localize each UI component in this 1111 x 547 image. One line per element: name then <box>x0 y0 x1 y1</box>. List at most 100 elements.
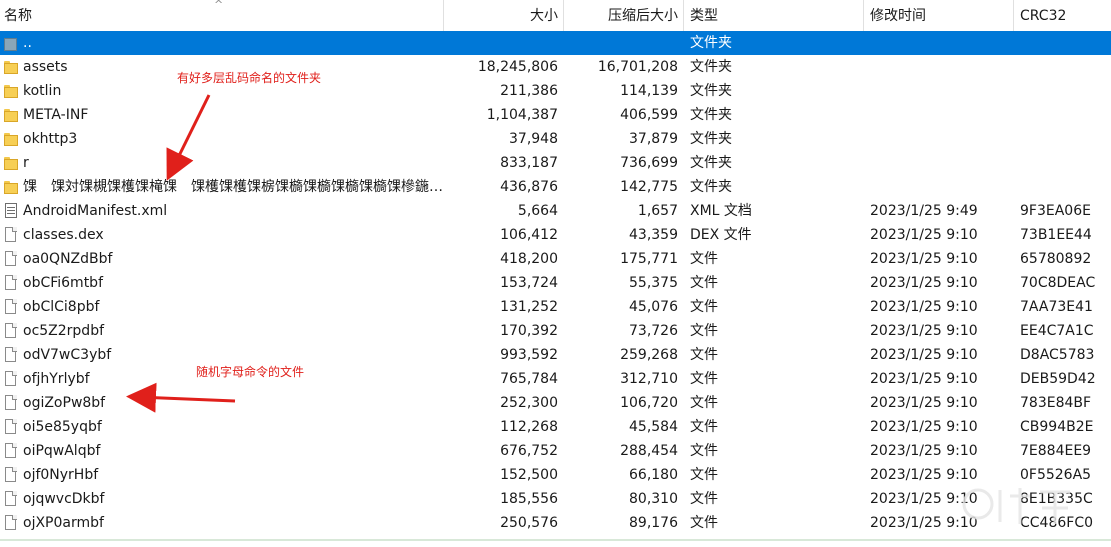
file-row[interactable]: odV7wC3ybf 993,592 259,268 文件 2023/1/25 9:10… <box>0 343 1111 367</box>
file-crc32: DEB59D42 <box>1020 371 1096 387</box>
file-packed-size: 45,076 <box>629 299 678 315</box>
file-size: 1,104,387 <box>486 107 558 123</box>
file-row[interactable]: ojXP0armbf 250,576 89,176 文件 2023/1/25 9:10 C… <box>0 511 1111 535</box>
column-header-type[interactable]: 类型 <box>690 0 860 31</box>
column-divider[interactable] <box>683 0 684 31</box>
file-icon <box>4 491 18 507</box>
file-packed-size: 66,180 <box>629 467 678 483</box>
file-modified: 2023/1/25 9:10 <box>870 323 978 339</box>
file-size: 170,392 <box>500 323 558 339</box>
file-name: oi5e85yqbf <box>23 419 102 435</box>
folder-row[interactable]: okhttp3 37,948 37,879 文件夹 <box>0 127 1111 151</box>
file-modified: 2023/1/25 9:10 <box>870 251 978 267</box>
column-divider[interactable] <box>1013 0 1014 31</box>
file-row[interactable]: AndroidManifest.xml 5,664 1,657 XML 文档 2023/… <box>0 199 1111 223</box>
file-row[interactable]: obClCi8pbf 131,252 45,076 文件 2023/1/25 9:10 7… <box>0 295 1111 319</box>
file-modified <box>870 31 1010 55</box>
column-divider[interactable] <box>863 0 864 31</box>
folder-icon <box>4 107 18 123</box>
file-packed-size: 142,775 <box>620 179 678 195</box>
folder-row[interactable]: 馃 馃対馃槻馃檴馃槞馃 馃檴馃檴馃椖馃檹馃檹馃檹馃檹馃槮鍦… 436,876 142… <box>0 175 1111 199</box>
file-name: ojXP0armbf <box>23 515 104 531</box>
file-row[interactable]: ojf0NyrHbf 152,500 66,180 文件 2023/1/25 9:10 0… <box>0 463 1111 487</box>
file-packed-size: 288,454 <box>620 443 678 459</box>
folder-row[interactable]: assets 18,245,806 16,701,208 文件夹 <box>0 55 1111 79</box>
file-row[interactable]: classes.dex 106,412 43,359 DEX 文件 2023/1/25 … <box>0 223 1111 247</box>
file-modified: 2023/1/25 9:10 <box>870 371 978 387</box>
file-packed-size <box>560 31 678 55</box>
file-packed-size: 114,139 <box>620 83 678 99</box>
file-packed-size: 37,879 <box>629 131 678 147</box>
file-type: 文件夹 <box>690 131 732 147</box>
column-header-crc32[interactable]: CRC32 <box>1020 0 1111 31</box>
file-crc32: 9F3EA06E <box>1020 203 1091 219</box>
file-name: oa0QNZdBbf <box>23 251 113 267</box>
file-packed-size: 106,720 <box>620 395 678 411</box>
file-packed-size: 736,699 <box>620 155 678 171</box>
file-modified <box>870 103 1010 127</box>
column-header-modified[interactable]: 修改时间 <box>870 0 1010 31</box>
file-crc32: CB994B2E <box>1020 419 1094 435</box>
file-icon <box>4 323 18 339</box>
file-row[interactable]: oiPqwAlqbf 676,752 288,454 文件 2023/1/25 9:10… <box>0 439 1111 463</box>
file-row[interactable]: ofjhYrlybf 765,784 312,710 文件 2023/1/25 9:10… <box>0 367 1111 391</box>
file-modified <box>870 79 1010 103</box>
file-size: 250,576 <box>500 515 558 531</box>
file-modified: 2023/1/25 9:10 <box>870 347 978 363</box>
file-name: r <box>23 155 29 171</box>
file-icon <box>4 371 18 387</box>
file-type: 文件夹 <box>690 107 732 123</box>
file-row[interactable]: ojqwvcDkbf 185,556 80,310 文件 2023/1/25 9:10 8… <box>0 487 1111 511</box>
file-crc32: EE4C7A1C <box>1020 323 1094 339</box>
file-crc32: D8AC5783 <box>1020 347 1095 363</box>
file-crc32: 73B1EE44 <box>1020 227 1092 243</box>
column-header-name[interactable]: 名称 <box>4 0 444 31</box>
file-modified: 2023/1/25 9:10 <box>870 419 978 435</box>
file-row[interactable]: obCFi6mtbf 153,724 55,375 文件 2023/1/25 9:10 7… <box>0 271 1111 295</box>
file-crc32 <box>1020 175 1111 199</box>
folder-row[interactable]: kotlin 211,386 114,139 文件夹 <box>0 79 1111 103</box>
file-size: 252,300 <box>500 395 558 411</box>
file-size: 833,187 <box>500 155 558 171</box>
file-name: obClCi8pbf <box>23 299 100 315</box>
file-type: 文件 <box>690 323 718 339</box>
file-type: DEX 文件 <box>690 227 752 243</box>
file-modified <box>870 151 1010 175</box>
file-crc32: 65780892 <box>1020 251 1092 267</box>
file-row[interactable]: oc5Z2rpdbf 170,392 73,726 文件 2023/1/25 9:10 E… <box>0 319 1111 343</box>
file-type: 文件 <box>690 443 718 459</box>
folder-row[interactable]: META-INF 1,104,387 406,599 文件夹 <box>0 103 1111 127</box>
file-packed-size: 45,584 <box>629 419 678 435</box>
file-size: 37,948 <box>509 131 558 147</box>
file-crc32: 7AA73E41 <box>1020 299 1093 315</box>
file-modified: 2023/1/25 9:10 <box>870 395 978 411</box>
file-size <box>444 31 558 55</box>
file-name: okhttp3 <box>23 131 78 147</box>
file-row[interactable]: oa0QNZdBbf 418,200 175,771 文件 2023/1/25 9:10… <box>0 247 1111 271</box>
file-type: 文件 <box>690 395 718 411</box>
file-type: 文件 <box>690 419 718 435</box>
file-packed-size: 312,710 <box>620 371 678 387</box>
file-size: 765,784 <box>500 371 558 387</box>
file-row[interactable]: oi5e85yqbf 112,268 45,584 文件 2023/1/25 9:10 C… <box>0 415 1111 439</box>
file-type: 文件 <box>690 515 718 531</box>
file-size: 112,268 <box>500 419 558 435</box>
column-header-packed-size[interactable]: 压缩后大小 <box>564 0 678 31</box>
file-type: 文件夹 <box>690 83 732 99</box>
file-type: 文件 <box>690 251 718 267</box>
file-icon <box>4 443 18 459</box>
file-row[interactable]: ogiZoPw8bf 252,300 106,720 文件 2023/1/25 9:10… <box>0 391 1111 415</box>
file-type: 文件夹 <box>690 59 732 75</box>
file-modified <box>870 55 1010 79</box>
folder-row[interactable]: r 833,187 736,699 文件夹 <box>0 151 1111 175</box>
folder-row[interactable]: .. 文件夹 <box>0 31 1111 55</box>
file-type: 文件夹 <box>690 35 732 51</box>
annotation-files-note: 随机字母命令的文件 <box>196 365 305 379</box>
file-icon <box>4 467 18 483</box>
file-icon <box>4 299 18 315</box>
xml-file-icon <box>4 203 18 219</box>
file-icon <box>4 419 18 435</box>
file-crc32 <box>1020 127 1111 151</box>
file-name: AndroidManifest.xml <box>23 203 168 219</box>
column-header-size[interactable]: 大小 <box>444 0 558 31</box>
